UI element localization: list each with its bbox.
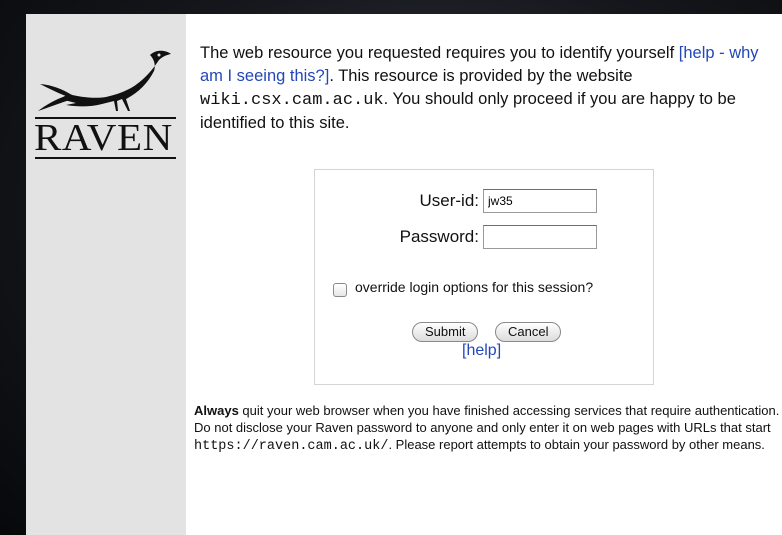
intro-text: . This resource is provided by the websi… xyxy=(329,67,633,85)
raven-url: https://raven.cam.ac.uk/ xyxy=(194,439,389,454)
password-label: Password: xyxy=(399,227,479,246)
intro-text: The web resource you requested requires … xyxy=(200,44,679,62)
raven-login-page: RAVEN The web resource you requested req… xyxy=(26,14,782,535)
notice-bold: Always xyxy=(194,403,239,418)
help-link[interactable]: [help] xyxy=(462,342,501,360)
submit-button[interactable]: Submit xyxy=(412,322,479,342)
logo-text: RAVEN xyxy=(34,117,173,159)
cancel-button[interactable]: Cancel xyxy=(495,322,562,342)
notice-text: . Please report attempts to obtain your … xyxy=(388,437,765,452)
override-label: override login options for this session? xyxy=(355,279,594,295)
sidebar: RAVEN xyxy=(26,14,186,535)
raven-bird-icon xyxy=(38,50,171,111)
override-checkbox[interactable] xyxy=(333,283,347,297)
site-name: wiki.csx.cam.ac.uk xyxy=(200,91,384,110)
login-form: User-id: Password: override login option… xyxy=(314,169,654,385)
password-input[interactable] xyxy=(483,225,597,249)
userid-input[interactable] xyxy=(483,189,597,213)
notice-text: quit your web browser when you have fini… xyxy=(194,403,780,435)
security-notice: Always quit your web browser when you ha… xyxy=(194,402,782,455)
raven-logo: RAVEN xyxy=(32,39,180,159)
userid-label: User-id: xyxy=(419,191,479,210)
intro-paragraph: The web resource you requested requires … xyxy=(200,42,780,135)
